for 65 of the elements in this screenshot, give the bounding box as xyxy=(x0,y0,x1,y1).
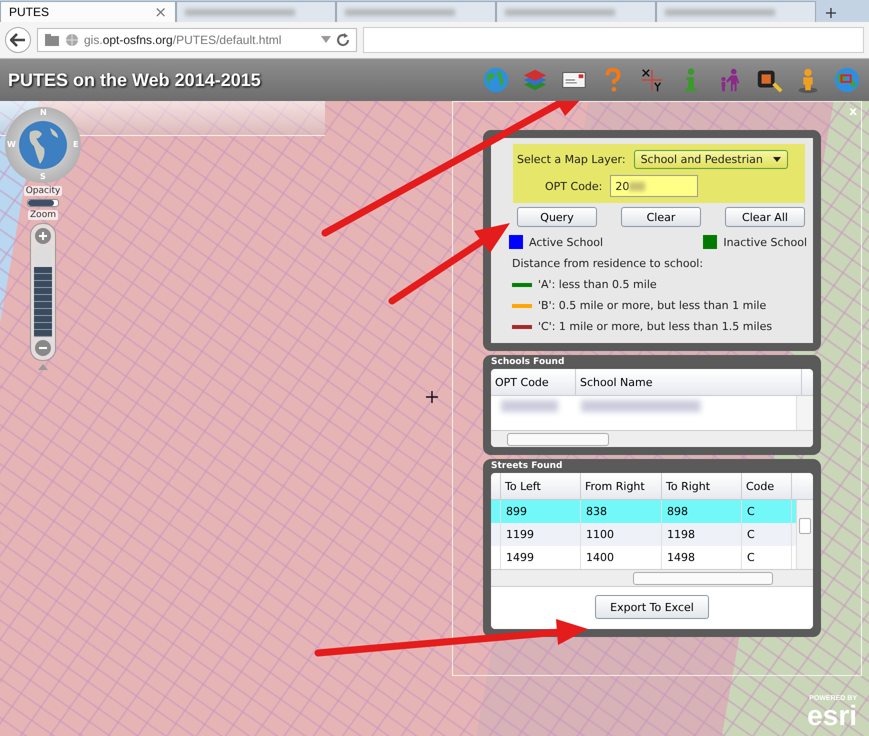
scrollbar[interactable] xyxy=(796,396,813,430)
query-button[interactable]: Clear xyxy=(621,207,701,227)
column-header[interactable]: Code xyxy=(742,473,792,499)
panel-title: Streets Found xyxy=(491,461,564,471)
legend-label: 'C': 1 mile or more, but less than 1.5 miles xyxy=(538,320,772,333)
compass-letter: N xyxy=(40,109,47,117)
column-header[interactable]: School Name xyxy=(576,369,802,395)
dropdown-caret-icon xyxy=(772,157,781,162)
panel-title: Schools Found xyxy=(491,357,566,367)
query-button[interactable]: Clear All xyxy=(725,207,805,227)
legend-label: 'B': 0.5 mile or more, but less than 1 mile xyxy=(538,299,766,312)
table-cell: 1100 xyxy=(581,523,662,546)
layer-label: Select a Map Layer: xyxy=(517,153,626,166)
browser-tab[interactable]: PUTES × xyxy=(0,1,176,22)
reload-icon[interactable] xyxy=(336,33,350,47)
back-button[interactable] xyxy=(5,27,31,53)
close-tab-button[interactable]: × xyxy=(154,3,167,21)
zoom-slider[interactable] xyxy=(34,247,52,337)
address-field[interactable]: gis.opt-osfns.org/PUTES/default.html xyxy=(37,28,357,52)
collapse-icon[interactable] xyxy=(38,364,48,370)
table-cell: 1199 xyxy=(501,523,581,546)
compass-letter: E xyxy=(73,141,78,149)
column-header[interactable]: OPT Code xyxy=(491,369,576,395)
export-button[interactable]: Export To Excel xyxy=(595,595,709,619)
column-header[interactable]: To Right xyxy=(662,473,742,499)
globe-icon xyxy=(18,120,68,170)
legend-label: Inactive School xyxy=(723,236,807,248)
distance-title: Distance from residence to school: xyxy=(511,257,704,270)
table-cell: 1198 xyxy=(662,523,742,546)
table-row[interactable]: 899 838 898 C xyxy=(491,500,796,523)
column-header[interactable]: From Right xyxy=(581,473,662,499)
globe-icon xyxy=(65,33,79,47)
opacity-label: Opacity xyxy=(24,186,62,196)
table-cell: C xyxy=(742,523,792,546)
code-input-field[interactable]: 20 xyxy=(610,175,698,197)
compass-letter: W xyxy=(7,141,16,149)
opacity-slider[interactable] xyxy=(27,199,59,207)
browser-tab[interactable] xyxy=(176,1,336,22)
blurred-text xyxy=(629,182,646,190)
legend-label: Active School xyxy=(529,236,604,248)
browser-tab[interactable] xyxy=(336,1,496,22)
zoom-in-button[interactable] xyxy=(35,228,51,244)
new-tab-button[interactable]: + xyxy=(816,3,846,22)
code-label: OPT Code: xyxy=(545,180,602,192)
table-row[interactable]: 1199 1100 1198 C xyxy=(491,523,796,546)
zoom-out-button[interactable] xyxy=(35,340,51,356)
search-field[interactable] xyxy=(363,27,864,53)
scrollbar[interactable] xyxy=(491,569,813,586)
browser-tab[interactable] xyxy=(496,1,656,22)
back-arrow-icon xyxy=(10,33,26,47)
column-header[interactable]: To Left xyxy=(501,473,581,499)
browser-tab[interactable] xyxy=(656,1,816,22)
zoom-label: Zoom xyxy=(28,210,58,220)
dropdown-caret-icon[interactable] xyxy=(321,36,331,44)
layer-dropdown[interactable]: School and Pedestrian xyxy=(634,150,788,169)
compass-letter: S xyxy=(40,173,46,181)
scrollbar[interactable] xyxy=(796,500,813,569)
globe-icon[interactable] xyxy=(482,66,510,94)
map-placeholder[interactable] xyxy=(0,101,869,736)
legend-label: 'A': less than 0.5 mile xyxy=(538,278,657,291)
scrollbar[interactable] xyxy=(491,430,813,447)
crosshair-icon xyxy=(426,391,438,403)
query-button[interactable]: Query xyxy=(517,207,597,227)
globe-map-icon[interactable] xyxy=(833,66,861,94)
app-title: PUTES on the Web 2014-2015 xyxy=(8,70,262,90)
